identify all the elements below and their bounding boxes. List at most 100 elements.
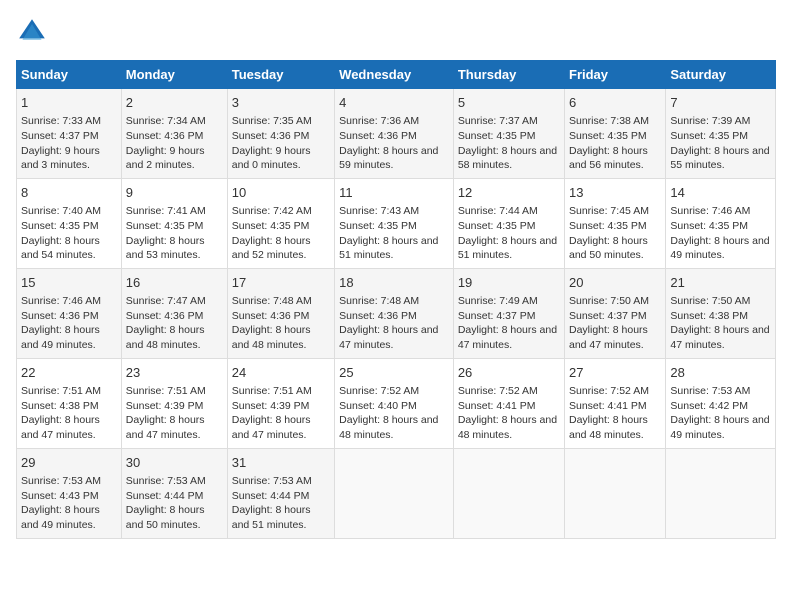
calendar-cell: 27 Sunrise: 7:52 AM Sunset: 4:41 PM Dayl… [565, 358, 666, 448]
day-number: 24 [232, 364, 330, 382]
day-info: Sunrise: 7:46 AM Sunset: 4:35 PM Dayligh… [670, 204, 771, 263]
calendar-header-row: SundayMondayTuesdayWednesdayThursdayFrid… [17, 61, 776, 89]
day-number: 18 [339, 274, 449, 292]
day-number: 4 [339, 94, 449, 112]
day-number: 28 [670, 364, 771, 382]
calendar-cell: 30 Sunrise: 7:53 AM Sunset: 4:44 PM Dayl… [121, 448, 227, 538]
calendar-week-row: 8 Sunrise: 7:40 AM Sunset: 4:35 PM Dayli… [17, 178, 776, 268]
day-info: Sunrise: 7:39 AM Sunset: 4:35 PM Dayligh… [670, 114, 771, 173]
day-info: Sunrise: 7:51 AM Sunset: 4:38 PM Dayligh… [21, 384, 117, 443]
day-number: 5 [458, 94, 560, 112]
calendar-cell: 1 Sunrise: 7:33 AM Sunset: 4:37 PM Dayli… [17, 89, 122, 179]
day-number: 17 [232, 274, 330, 292]
day-info: Sunrise: 7:40 AM Sunset: 4:35 PM Dayligh… [21, 204, 117, 263]
day-info: Sunrise: 7:42 AM Sunset: 4:35 PM Dayligh… [232, 204, 330, 263]
day-info: Sunrise: 7:53 AM Sunset: 4:42 PM Dayligh… [670, 384, 771, 443]
day-number: 25 [339, 364, 449, 382]
calendar-cell: 24 Sunrise: 7:51 AM Sunset: 4:39 PM Dayl… [227, 358, 334, 448]
day-number: 13 [569, 184, 661, 202]
day-number: 31 [232, 454, 330, 472]
calendar-cell: 17 Sunrise: 7:48 AM Sunset: 4:36 PM Dayl… [227, 268, 334, 358]
calendar-table: SundayMondayTuesdayWednesdayThursdayFrid… [16, 60, 776, 539]
calendar-cell: 20 Sunrise: 7:50 AM Sunset: 4:37 PM Dayl… [565, 268, 666, 358]
calendar-cell: 7 Sunrise: 7:39 AM Sunset: 4:35 PM Dayli… [666, 89, 776, 179]
day-number: 30 [126, 454, 223, 472]
day-info: Sunrise: 7:52 AM Sunset: 4:41 PM Dayligh… [458, 384, 560, 443]
calendar-cell: 4 Sunrise: 7:36 AM Sunset: 4:36 PM Dayli… [335, 89, 454, 179]
day-info: Sunrise: 7:33 AM Sunset: 4:37 PM Dayligh… [21, 114, 117, 173]
day-info: Sunrise: 7:38 AM Sunset: 4:35 PM Dayligh… [569, 114, 661, 173]
col-header-saturday: Saturday [666, 61, 776, 89]
calendar-cell: 3 Sunrise: 7:35 AM Sunset: 4:36 PM Dayli… [227, 89, 334, 179]
day-info: Sunrise: 7:53 AM Sunset: 4:44 PM Dayligh… [126, 474, 223, 533]
day-number: 10 [232, 184, 330, 202]
day-info: Sunrise: 7:49 AM Sunset: 4:37 PM Dayligh… [458, 294, 560, 353]
day-info: Sunrise: 7:50 AM Sunset: 4:38 PM Dayligh… [670, 294, 771, 353]
calendar-cell: 18 Sunrise: 7:48 AM Sunset: 4:36 PM Dayl… [335, 268, 454, 358]
day-number: 11 [339, 184, 449, 202]
day-info: Sunrise: 7:53 AM Sunset: 4:44 PM Dayligh… [232, 474, 330, 533]
calendar-week-row: 1 Sunrise: 7:33 AM Sunset: 4:37 PM Dayli… [17, 89, 776, 179]
day-number: 20 [569, 274, 661, 292]
calendar-cell: 28 Sunrise: 7:53 AM Sunset: 4:42 PM Dayl… [666, 358, 776, 448]
day-info: Sunrise: 7:37 AM Sunset: 4:35 PM Dayligh… [458, 114, 560, 173]
calendar-cell: 10 Sunrise: 7:42 AM Sunset: 4:35 PM Dayl… [227, 178, 334, 268]
col-header-friday: Friday [565, 61, 666, 89]
day-number: 26 [458, 364, 560, 382]
logo [16, 16, 52, 48]
calendar-week-row: 22 Sunrise: 7:51 AM Sunset: 4:38 PM Dayl… [17, 358, 776, 448]
day-number: 6 [569, 94, 661, 112]
day-number: 9 [126, 184, 223, 202]
day-number: 19 [458, 274, 560, 292]
calendar-week-row: 15 Sunrise: 7:46 AM Sunset: 4:36 PM Dayl… [17, 268, 776, 358]
col-header-thursday: Thursday [453, 61, 564, 89]
day-number: 22 [21, 364, 117, 382]
day-info: Sunrise: 7:46 AM Sunset: 4:36 PM Dayligh… [21, 294, 117, 353]
page-header [16, 16, 776, 48]
calendar-cell [453, 448, 564, 538]
calendar-cell: 31 Sunrise: 7:53 AM Sunset: 4:44 PM Dayl… [227, 448, 334, 538]
day-info: Sunrise: 7:53 AM Sunset: 4:43 PM Dayligh… [21, 474, 117, 533]
col-header-sunday: Sunday [17, 61, 122, 89]
day-number: 16 [126, 274, 223, 292]
calendar-cell [335, 448, 454, 538]
day-number: 1 [21, 94, 117, 112]
day-number: 21 [670, 274, 771, 292]
day-number: 8 [21, 184, 117, 202]
calendar-cell [666, 448, 776, 538]
calendar-cell: 5 Sunrise: 7:37 AM Sunset: 4:35 PM Dayli… [453, 89, 564, 179]
day-info: Sunrise: 7:36 AM Sunset: 4:36 PM Dayligh… [339, 114, 449, 173]
day-info: Sunrise: 7:35 AM Sunset: 4:36 PM Dayligh… [232, 114, 330, 173]
col-header-monday: Monday [121, 61, 227, 89]
day-info: Sunrise: 7:41 AM Sunset: 4:35 PM Dayligh… [126, 204, 223, 263]
calendar-cell: 26 Sunrise: 7:52 AM Sunset: 4:41 PM Dayl… [453, 358, 564, 448]
logo-icon [16, 16, 48, 48]
day-info: Sunrise: 7:51 AM Sunset: 4:39 PM Dayligh… [232, 384, 330, 443]
day-number: 3 [232, 94, 330, 112]
calendar-cell: 25 Sunrise: 7:52 AM Sunset: 4:40 PM Dayl… [335, 358, 454, 448]
day-info: Sunrise: 7:48 AM Sunset: 4:36 PM Dayligh… [232, 294, 330, 353]
calendar-cell: 13 Sunrise: 7:45 AM Sunset: 4:35 PM Dayl… [565, 178, 666, 268]
day-info: Sunrise: 7:34 AM Sunset: 4:36 PM Dayligh… [126, 114, 223, 173]
calendar-cell [565, 448, 666, 538]
col-header-tuesday: Tuesday [227, 61, 334, 89]
calendar-cell: 14 Sunrise: 7:46 AM Sunset: 4:35 PM Dayl… [666, 178, 776, 268]
day-number: 15 [21, 274, 117, 292]
day-info: Sunrise: 7:47 AM Sunset: 4:36 PM Dayligh… [126, 294, 223, 353]
day-info: Sunrise: 7:51 AM Sunset: 4:39 PM Dayligh… [126, 384, 223, 443]
calendar-cell: 11 Sunrise: 7:43 AM Sunset: 4:35 PM Dayl… [335, 178, 454, 268]
calendar-cell: 9 Sunrise: 7:41 AM Sunset: 4:35 PM Dayli… [121, 178, 227, 268]
day-info: Sunrise: 7:45 AM Sunset: 4:35 PM Dayligh… [569, 204, 661, 263]
calendar-cell: 23 Sunrise: 7:51 AM Sunset: 4:39 PM Dayl… [121, 358, 227, 448]
calendar-cell: 12 Sunrise: 7:44 AM Sunset: 4:35 PM Dayl… [453, 178, 564, 268]
col-header-wednesday: Wednesday [335, 61, 454, 89]
day-info: Sunrise: 7:52 AM Sunset: 4:40 PM Dayligh… [339, 384, 449, 443]
calendar-cell: 15 Sunrise: 7:46 AM Sunset: 4:36 PM Dayl… [17, 268, 122, 358]
day-number: 14 [670, 184, 771, 202]
day-info: Sunrise: 7:52 AM Sunset: 4:41 PM Dayligh… [569, 384, 661, 443]
day-number: 12 [458, 184, 560, 202]
day-info: Sunrise: 7:43 AM Sunset: 4:35 PM Dayligh… [339, 204, 449, 263]
day-number: 2 [126, 94, 223, 112]
calendar-cell: 22 Sunrise: 7:51 AM Sunset: 4:38 PM Dayl… [17, 358, 122, 448]
calendar-cell: 6 Sunrise: 7:38 AM Sunset: 4:35 PM Dayli… [565, 89, 666, 179]
